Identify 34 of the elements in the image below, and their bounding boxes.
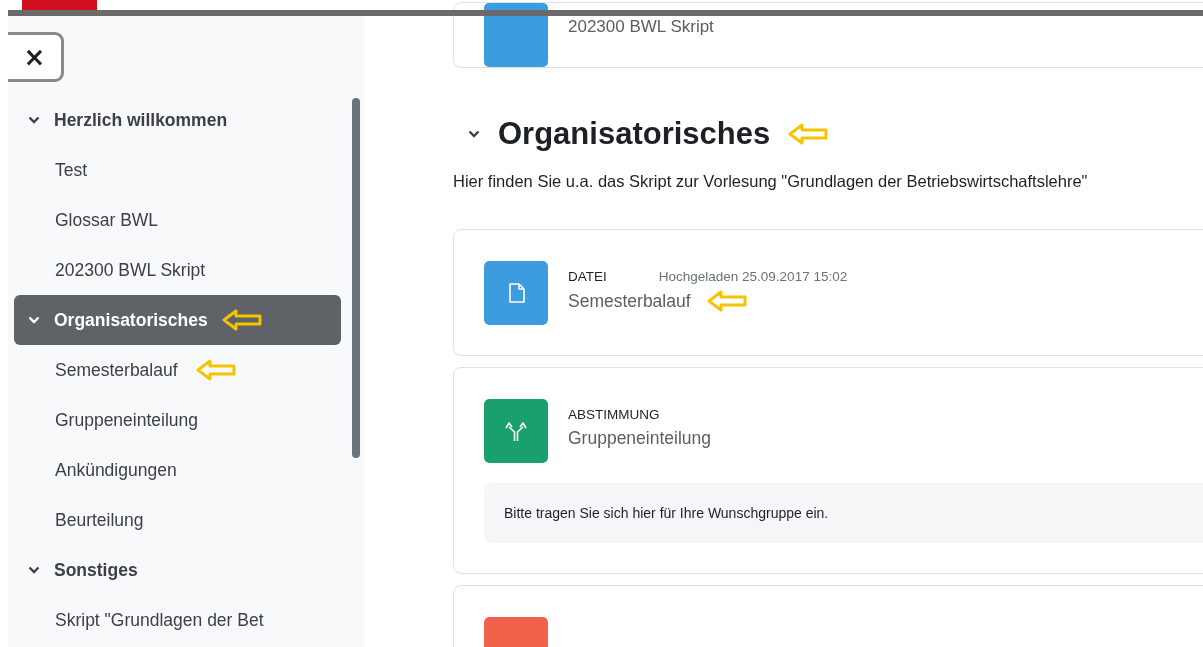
section-item[interactable]: Herzlich willkommen [14, 95, 341, 145]
arrow-marker-icon [221, 309, 262, 331]
activity-link[interactable]: Test [55, 159, 88, 181]
chevron-icon [28, 564, 40, 576]
upload-date: Hochgeladen 25.09.2017 15:02 [658, 269, 848, 284]
arrow-marker-icon [788, 123, 829, 145]
activity-link[interactable]: Ankündigungen [55, 459, 177, 481]
activity-title[interactable]: 202300 BWL Skript [568, 17, 714, 37]
chevron-icon [28, 114, 40, 126]
activity-link[interactable]: Semesterbalauf [55, 359, 178, 381]
activity-link[interactable]: Glossar BWL [55, 209, 159, 231]
activity-type: DATEI [568, 269, 607, 284]
arrow-marker-icon [195, 359, 236, 381]
activity-title[interactable]: Gruppeneinteilung [568, 428, 712, 449]
activity-link[interactable]: Beurteilung [55, 509, 144, 531]
activity-link[interactable]: Gruppeneinteilung [55, 409, 199, 431]
close-button[interactable]: × [8, 32, 64, 82]
activity-description: Bitte tragen Sie sich hier für Ihre Wunschgruppe ein. [484, 483, 1203, 543]
chevron-icon [28, 314, 40, 326]
activity-link[interactable]: Skript "Grundlagen der Bet [55, 609, 264, 631]
section-title: Organisatorisches [498, 116, 771, 152]
activity-link[interactable]: 202300 BWL Skript [55, 259, 206, 281]
signpost-icon [484, 399, 548, 463]
document-icon [484, 261, 548, 325]
scrollbar[interactable] [352, 98, 360, 458]
section-description: Hier finden Sie u.a. das Skript zur Vorlesung "Grundlagen der Betriebswirtschaftslehre" [453, 172, 1089, 191]
arrow-marker-icon [706, 290, 747, 312]
collapse-button[interactable] [468, 128, 480, 140]
document-icon [484, 3, 548, 67]
activity-type: ABSTIMMUNG [568, 407, 660, 422]
chevron-icon [468, 128, 480, 140]
section-item[interactable]: Organisatorisches [14, 295, 341, 345]
activity-title[interactable]: Semesterbalauf [568, 290, 691, 312]
section-item[interactable]: Sonstiges [14, 545, 341, 595]
